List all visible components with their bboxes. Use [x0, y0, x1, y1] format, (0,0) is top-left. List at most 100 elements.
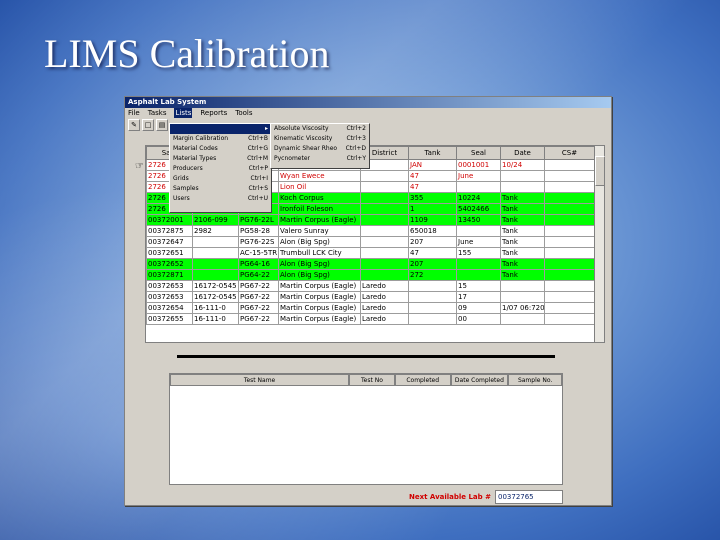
table-cell[interactable]: 00372653	[146, 291, 193, 303]
table-row[interactable]: 00372653 16172-0545 PG67-22 Martin Corpus (…	[146, 291, 595, 303]
menu-lists[interactable]: Lists	[174, 108, 193, 118]
table-cell[interactable]: Ironfoil Foleson	[278, 203, 361, 215]
table-cell[interactable]: PG64-16	[238, 258, 279, 270]
table-cell[interactable]: Laredo	[360, 291, 409, 303]
table-cell[interactable]	[192, 236, 239, 248]
dropdown-item[interactable]: Material Types Ctrl+M	[170, 154, 271, 164]
table-cell[interactable]	[544, 280, 595, 292]
table-row[interactable]: 00372001 2106-099 PG76-22L Martin Corpus (E…	[146, 214, 595, 226]
table-cell[interactable]: Tank	[500, 192, 545, 204]
table-cell[interactable]: Trumbull LCK City	[278, 247, 361, 259]
table-cell[interactable]: Tank	[500, 225, 545, 237]
dropdown-item[interactable]: Samples Ctrl+S	[170, 184, 271, 194]
table-cell[interactable]	[544, 203, 595, 215]
table-cell[interactable]	[500, 280, 545, 292]
table-cell[interactable]: Tank	[500, 247, 545, 259]
table-row[interactable]: 00372653 16172-0545 PG67-22 Martin Corpus (…	[146, 280, 595, 292]
table-cell[interactable]: Alon (Big Spg)	[278, 258, 361, 270]
table-row[interactable]: 00372647 PG76-22S Alon (Big Spg) 207 June Tan…	[146, 236, 595, 248]
table-cell[interactable]: 00372655	[146, 313, 193, 325]
table-cell[interactable]: Tank	[500, 269, 545, 281]
table-cell[interactable]: 2106-099	[192, 214, 239, 226]
table-cell[interactable]	[456, 181, 501, 193]
table-cell[interactable]: Koch Corpus	[278, 192, 361, 204]
submenu-item[interactable]: Pycnometer Ctrl+Y	[271, 154, 369, 164]
table-cell[interactable]: Martin Corpus (Eagle)	[278, 280, 361, 292]
table-cell[interactable]: 207	[408, 258, 457, 270]
table-cell[interactable]: 00372871	[146, 269, 193, 281]
table-cell[interactable]: 1109	[408, 214, 457, 226]
table-cell[interactable]	[192, 269, 239, 281]
column-header[interactable]: CS#	[544, 146, 595, 160]
dropdown-item[interactable]: ▸	[170, 124, 271, 134]
tool-icon[interactable]: ✎	[128, 119, 140, 131]
column-header[interactable]: Date	[500, 146, 545, 160]
new-icon[interactable]: □	[142, 119, 154, 131]
table-cell[interactable]: Martin Corpus (Eagle)	[278, 313, 361, 325]
table-cell[interactable]: 5402466	[456, 203, 501, 215]
table-cell[interactable]: PG76-22L	[238, 214, 279, 226]
menu-tasks[interactable]: Tasks	[148, 108, 167, 118]
table-cell[interactable]	[544, 159, 595, 171]
table-cell[interactable]: JAN	[408, 159, 457, 171]
table-cell[interactable]: 00	[456, 313, 501, 325]
table-cell[interactable]: PG67-22	[238, 280, 279, 292]
table-cell[interactable]: 16-111-0	[192, 313, 239, 325]
menu-file[interactable]: File	[128, 108, 140, 118]
table-cell[interactable]: Laredo	[360, 313, 409, 325]
table-row[interactable]: 00372654 16-111-0 PG67-22 Martin Corpus (Ea…	[146, 302, 595, 314]
table-cell[interactable]: 00372875	[146, 225, 193, 237]
table-cell[interactable]: 00372647	[146, 236, 193, 248]
table-cell[interactable]: AC-15-5TR	[238, 247, 279, 259]
table-cell[interactable]	[544, 247, 595, 259]
table-cell[interactable]: Valero Sunray	[278, 225, 361, 237]
table-cell[interactable]	[360, 214, 409, 226]
table-cell[interactable]	[456, 269, 501, 281]
table-cell[interactable]: PG64-22	[238, 269, 279, 281]
column-header[interactable]: Completed	[394, 374, 451, 386]
dropdown-item[interactable]: Grids Ctrl+I	[170, 174, 271, 184]
table-cell[interactable]	[500, 170, 545, 182]
next-lab-field[interactable]: 00372765	[495, 490, 563, 504]
menu-reports[interactable]: Reports	[200, 108, 227, 118]
table-cell[interactable]: Martin Corpus (Eagle)	[278, 214, 361, 226]
table-cell[interactable]: 10/24	[500, 159, 545, 171]
table-cell[interactable]	[544, 181, 595, 193]
table-cell[interactable]: 15	[456, 280, 501, 292]
table-cell[interactable]: 00372653	[146, 280, 193, 292]
table-cell[interactable]: 00372652	[146, 258, 193, 270]
table-cell[interactable]: Martin Corpus (Eagle)	[278, 291, 361, 303]
table-cell[interactable]: 09	[456, 302, 501, 314]
table-row[interactable]: 00372655 16-111-0 PG67-22 Martin Corpus (Ea…	[146, 313, 595, 325]
table-cell[interactable]: June	[456, 170, 501, 182]
submenu-item[interactable]: Dynamic Shear Rheo Ctrl+D	[271, 144, 369, 154]
table-cell[interactable]: 2982	[192, 225, 239, 237]
table-cell[interactable]: Laredo	[360, 280, 409, 292]
table-row[interactable]: 00372871 PG64-22 Alon (Big Spg) 272 Tank	[146, 269, 595, 281]
table-cell[interactable]: 207	[408, 236, 457, 248]
table-cell[interactable]: 00372654	[146, 302, 193, 314]
table-cell[interactable]: 47	[408, 181, 457, 193]
table-cell[interactable]: Tank	[500, 236, 545, 248]
dropdown-item[interactable]: Producers Ctrl+P	[170, 164, 271, 174]
column-header[interactable]: Date Completed	[450, 374, 509, 386]
table-cell[interactable]	[360, 247, 409, 259]
table-cell[interactable]: 47	[408, 170, 457, 182]
table-cell[interactable]	[544, 313, 595, 325]
table-cell[interactable]: PG58-28	[238, 225, 279, 237]
table-cell[interactable]	[500, 181, 545, 193]
table-cell[interactable]	[500, 313, 545, 325]
table-cell[interactable]: 10224	[456, 192, 501, 204]
open-icon[interactable]: ▤	[156, 119, 168, 131]
table-cell[interactable]	[360, 269, 409, 281]
submenu-item[interactable]: Absolute Viscosity Ctrl+2	[271, 124, 369, 134]
table-row[interactable]: 00372875 2982 PG58-28 Valero Sunray 650018 Ta…	[146, 225, 595, 237]
table-cell[interactable]	[408, 280, 457, 292]
table-cell[interactable]: 0001001	[456, 159, 501, 171]
table-cell[interactable]: PG76-22S	[238, 236, 279, 248]
table-cell[interactable]: Tank	[500, 258, 545, 270]
table-cell[interactable]	[360, 225, 409, 237]
table-cell[interactable]	[408, 291, 457, 303]
table-row[interactable]: 00372651 AC-15-5TR Trumbull LCK City 47 155 T…	[146, 247, 595, 259]
table-cell[interactable]: Tank	[500, 203, 545, 215]
